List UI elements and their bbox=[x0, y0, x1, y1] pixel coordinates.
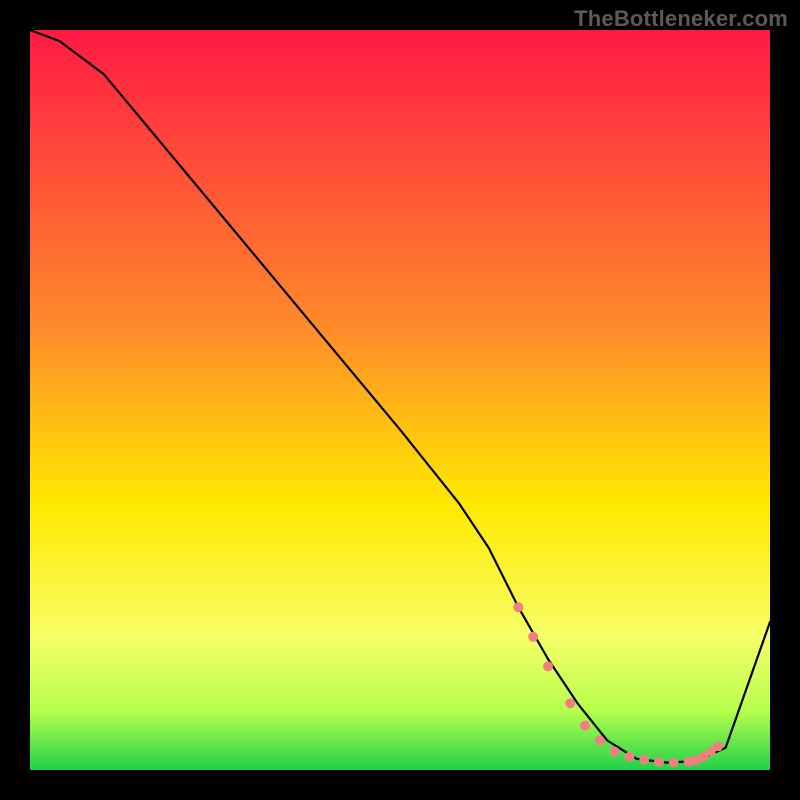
marker-dot bbox=[528, 632, 538, 642]
bottleneck-curve bbox=[30, 30, 770, 763]
marker-dot bbox=[669, 758, 679, 768]
marker-dot bbox=[543, 661, 553, 671]
chart-frame: TheBottleneker.com bbox=[0, 0, 800, 800]
marker-dot bbox=[565, 698, 575, 708]
marker-dot bbox=[654, 757, 664, 767]
marker-dot bbox=[580, 721, 590, 731]
marker-dot bbox=[713, 741, 723, 751]
curve-layer bbox=[30, 30, 770, 770]
marker-dot bbox=[610, 747, 620, 757]
curve-markers bbox=[513, 602, 723, 767]
plot-area bbox=[30, 30, 770, 770]
marker-dot bbox=[513, 602, 523, 612]
watermark-text: TheBottleneker.com bbox=[574, 6, 788, 32]
marker-dot bbox=[595, 735, 605, 745]
marker-dot bbox=[639, 755, 649, 765]
marker-dot bbox=[624, 752, 634, 762]
